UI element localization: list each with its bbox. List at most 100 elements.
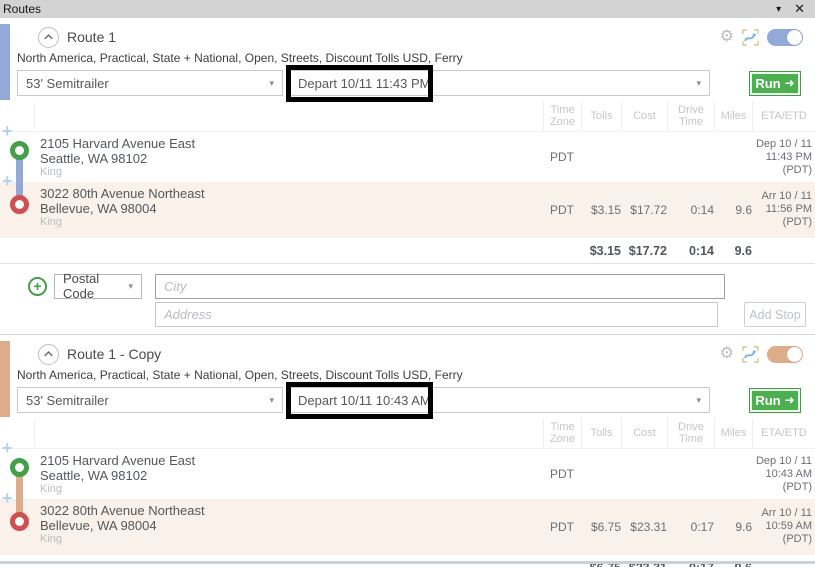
column-header-eta-etd: ETA/ETD [752,101,815,131]
column-header-cost: Cost [621,418,667,448]
stop-drive-time: 0:14 [667,182,714,237]
stop-miles [714,449,752,499]
destination-marker-icon [10,195,29,214]
results-header-row: Time Zone Tolls Cost Drive Time Miles ET… [0,101,815,132]
stop-address: 3022 80th Avenue Northeast [40,503,543,518]
route-name: Route 1 [67,29,116,45]
results-header-row: Time Zone Tolls Cost Drive Time Miles ET… [0,418,815,449]
chevron-down-icon: ▾ [696,395,701,406]
total-miles: 9.6 [714,238,752,263]
chevron-down-icon: ▾ [128,281,133,292]
add-stop-button[interactable]: Add Stop [744,302,806,327]
column-header-miles: Miles [714,101,752,131]
stop-miles: 9.6 [714,499,752,554]
route-section-2: Route 1 - Copy ⚙ North America, Practica… [0,335,815,567]
route-visibility-toggle[interactable] [767,346,803,363]
stop-county: King [40,166,543,179]
city-input[interactable] [155,274,725,299]
add-stop-plus-icon[interactable]: + [28,277,47,296]
stop-cost: $17.72 [621,182,667,237]
toggle-knob [787,30,802,45]
stop-cost [621,132,667,182]
stop-county: King [40,216,543,229]
depart-time-value: Depart 10/11 11:43 PM [298,76,431,91]
run-label: Run [755,76,780,91]
stop-row-origin[interactable]: + 2105 Harvard Avenue East Seattle, WA 9… [0,132,815,182]
vehicle-profile-select[interactable]: 53' Semitrailer ▾ [17,70,283,96]
depart-time-select[interactable]: Depart 10/11 11:43 PM ▾ [289,70,710,96]
depart-time-value: Depart 10/11 10:43 AM [298,393,431,408]
frame-route-icon[interactable] [742,346,759,363]
stop-county: King [40,533,543,546]
route-visibility-toggle[interactable] [767,29,803,46]
vehicle-profile-value: 53' Semitrailer [26,76,109,91]
toggle-knob [787,347,802,362]
stop-tolls: $6.75 [581,499,621,554]
stop-drive-time: 0:17 [667,499,714,554]
chevron-down-icon: ▾ [696,78,701,89]
vehicle-profile-value: 53' Semitrailer [26,393,109,408]
stop-eta-etd: Arr 10 / 11 11:56 PM (PDT) [752,182,815,237]
stop-eta-etd: Arr 10 / 11 10:59 AM (PDT) [752,499,815,554]
stop-county: King [40,483,543,496]
column-header-tolls: Tolls [581,418,621,448]
close-icon[interactable]: ✕ [794,1,805,17]
stop-row-destination[interactable]: + 3022 80th Avenue Northeast Bellevue, W… [0,182,815,237]
panel-menu-icon[interactable]: ▾ [776,4,781,15]
geocode-type-value: Postal Code [63,271,128,301]
route-options-summary: North America, Practical, State + Nation… [17,51,803,67]
stop-tolls [581,449,621,499]
origin-marker-icon [10,141,29,160]
stop-miles: 9.6 [714,182,752,237]
chevron-up-icon [39,344,58,364]
insert-stop-icon[interactable]: + [2,122,13,140]
routes-panel: Route 1 ⚙ North America, Practical, Stat… [0,18,815,564]
collapse-route-button[interactable] [38,344,59,365]
column-header-drive-time: Drive Time [667,418,714,448]
insert-stop-icon[interactable]: + [2,172,13,190]
insert-stop-icon[interactable]: + [2,489,13,507]
stop-drive-time [667,132,714,182]
run-route-button[interactable]: Run ➜ [749,388,801,413]
column-header-eta-etd: ETA/ETD [752,418,815,448]
stop-address: 2105 Harvard Avenue East [40,453,543,468]
address-input[interactable] [155,302,718,327]
column-header-cost: Cost [621,101,667,131]
destination-marker-icon [10,512,29,531]
route-2-header: Route 1 - Copy ⚙ [38,342,803,366]
stop-miles [714,132,752,182]
total-cost: $17.72 [621,238,667,263]
column-header-drive-time: Drive Time [667,101,714,131]
route-1-header: Route 1 ⚙ [38,25,803,49]
run-route-button[interactable]: Run ➜ [749,71,801,96]
panel-title: Routes [3,2,41,16]
depart-time-select[interactable]: Depart 10/11 10:43 AM ▾ [289,387,710,413]
stop-tolls [581,132,621,182]
stop-city: Seattle, WA 98102 [40,151,543,166]
stop-time-zone: PDT [543,499,581,554]
collapse-route-button[interactable] [38,27,59,48]
stop-cost: $23.31 [621,499,667,554]
route-settings-gear-icon[interactable]: ⚙ [720,346,734,362]
chevron-down-icon: ▾ [269,78,274,89]
route-settings-gear-icon[interactable]: ⚙ [720,29,734,45]
stop-city: Bellevue, WA 98004 [40,518,543,533]
stop-time-zone: PDT [543,449,581,499]
stop-row-destination[interactable]: + 3022 80th Avenue Northeast Bellevue, W… [0,499,815,554]
route-name: Route 1 - Copy [67,346,161,362]
stop-tolls: $3.15 [581,182,621,237]
route-2-accent-strip [0,341,10,417]
stop-city: Bellevue, WA 98004 [40,201,543,216]
stop-row-origin[interactable]: + 2105 Harvard Avenue East Seattle, WA 9… [0,449,815,499]
stop-cost [621,449,667,499]
frame-route-icon[interactable] [742,29,759,46]
geocode-type-select[interactable]: Postal Code ▾ [54,274,142,299]
panel-bottom-edge [0,561,815,564]
insert-stop-icon[interactable]: + [2,439,13,457]
route-1-accent-strip [0,24,10,100]
column-header-tolls: Tolls [581,101,621,131]
stop-time-zone: PDT [543,132,581,182]
run-arrow-icon: ➜ [785,76,795,90]
stop-address: 3022 80th Avenue Northeast [40,186,543,201]
vehicle-profile-select[interactable]: 53' Semitrailer ▾ [17,387,283,413]
